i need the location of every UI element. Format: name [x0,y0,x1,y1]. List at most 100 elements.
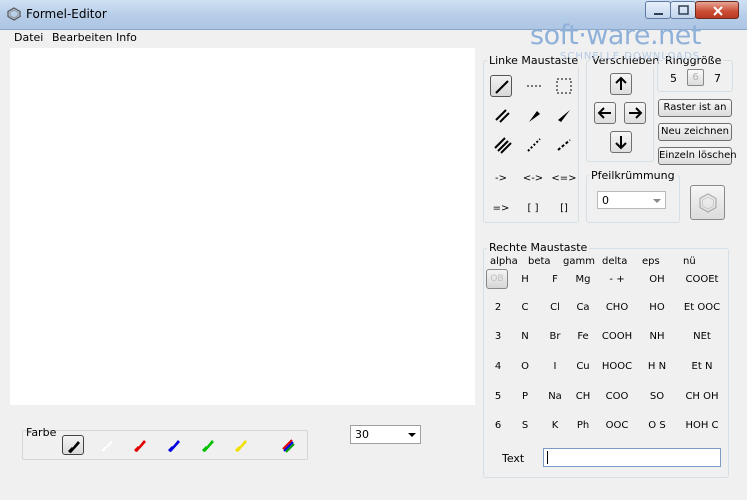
element-button[interactable]: COOEt [682,274,722,285]
element-button[interactable]: H N [637,361,677,372]
element-button[interactable]: - + [597,274,637,285]
chevron-down-icon [653,199,661,203]
tool-dotted-rect[interactable] [553,75,575,97]
tool-triple-line[interactable] [492,134,514,156]
greek-delta[interactable]: delta [602,256,627,267]
dashed-wedge-icon [527,138,541,152]
pen-green-icon [202,440,214,452]
menu-bearbeiten[interactable]: Bearbeiten [52,31,112,44]
element-button[interactable]: O S [637,420,677,431]
maximize-button[interactable] [670,1,696,19]
pen-multicolor-button[interactable] [277,435,299,455]
pen-multicolor-icon [282,439,295,453]
element-button[interactable]: OH [637,274,677,285]
pen-red-button[interactable] [129,435,151,455]
arrow-left-icon [597,107,611,119]
maximize-icon [678,5,689,15]
drawing-canvas[interactable] [10,48,475,405]
element-button[interactable]: Et OOC [682,302,722,313]
wedge-icon [529,111,540,122]
size-value: 30 [355,428,369,441]
element-button[interactable]: CH OH [682,391,722,402]
minimize-button[interactable] [645,1,671,19]
move-left-button[interactable] [594,102,616,124]
move-up-button[interactable] [610,73,632,95]
move-right-button[interactable] [624,102,646,124]
app-icon [7,7,21,21]
tool-arrow-right[interactable]: -> [486,173,516,184]
grid-toggle-button[interactable]: Raster ist an [658,99,732,117]
arrow-down-icon [615,136,627,150]
hexagon-icon [699,193,717,213]
delete-single-button[interactable]: Einzeln löschen [658,147,737,165]
tool-brackets[interactable]: [] [549,203,579,214]
menu-datei[interactable]: Datei [14,31,43,44]
double-line-icon [495,109,510,123]
title-bar: Formel-Editor [0,0,747,30]
element-button[interactable]: NH [637,331,677,342]
greek-nu[interactable]: nü [683,256,696,267]
tool-equilibrium[interactable]: <=> [549,173,579,184]
arrow-up-icon [615,76,627,90]
arrow-curvature-label: Pfeilkrümmung [589,169,677,182]
menu-info[interactable]: Info [116,31,137,44]
single-line-icon [495,80,509,94]
pen-white-button[interactable] [96,435,118,455]
pen-black-icon [68,441,80,453]
element-button[interactable]: HOOC [597,361,637,372]
element-button[interactable]: OOC [597,420,637,431]
text-caret [547,451,548,464]
element-button[interactable]: CHO [597,302,637,313]
text-input[interactable] [543,448,721,467]
pen-yellow-button[interactable] [230,435,252,455]
text-label: Text [502,452,525,465]
pen-blue-button[interactable] [163,435,185,455]
tool-double-line[interactable] [492,105,514,127]
tool-brackets-spaced[interactable]: [ ] [518,203,548,214]
ring-size-7[interactable]: 7 [714,72,721,85]
ring-size-5[interactable]: 5 [670,72,677,85]
redraw-button[interactable]: Neu zeichnen [658,123,732,141]
dotted-rect-icon [556,78,572,94]
tool-dashed-wedge-reverse[interactable] [553,134,575,156]
triple-line-icon [494,137,512,154]
tool-arrow-both[interactable]: <-> [518,173,548,184]
element-button[interactable]: COOH [597,331,637,342]
element-button[interactable]: Et N [682,361,722,372]
move-down-button[interactable] [610,131,632,153]
greek-gamma[interactable]: gamm [563,256,595,267]
chevron-down-icon [408,433,416,437]
tool-dotted-line[interactable] [523,75,545,97]
menu-bar: Datei Bearbeiten Info [0,30,747,46]
element-button[interactable]: NEt [682,331,722,342]
pen-red-icon [134,440,146,452]
tool-single-line[interactable] [490,75,512,97]
ring-size-label: Ringgröße [663,54,724,67]
element-button[interactable]: SO [637,391,677,402]
greek-beta[interactable]: beta [528,256,551,267]
arrow-curvature-select[interactable]: 0 [597,191,666,209]
ring-size-6[interactable]: 6 [687,69,704,86]
left-mouse-label: Linke Maustaste [487,54,581,67]
arrow-curvature-value: 0 [602,194,609,207]
move-label: Verschieben [590,54,662,67]
window-title: Formel-Editor [26,7,107,21]
close-button[interactable] [695,1,739,19]
ring-button[interactable] [690,185,725,220]
element-button[interactable]: COO [597,391,637,402]
pen-black-button[interactable] [62,435,84,455]
color-label: Farbe [26,426,57,439]
tool-dashed-wedge[interactable] [523,134,545,156]
dotted-line-icon [527,85,541,87]
greek-alpha[interactable]: alpha [490,256,518,267]
size-select[interactable]: 30 [350,425,421,444]
wedge-reverse-icon [558,110,570,122]
greek-epsilon[interactable]: eps [642,256,660,267]
element-button[interactable]: HO [637,302,677,313]
dashed-wedge-reverse-icon [557,139,571,151]
tool-wedge[interactable] [523,105,545,127]
tool-double-arrow[interactable]: => [486,203,516,214]
element-button[interactable]: HOH C [682,420,722,431]
tool-wedge-reverse[interactable] [553,105,575,127]
pen-green-button[interactable] [197,435,219,455]
